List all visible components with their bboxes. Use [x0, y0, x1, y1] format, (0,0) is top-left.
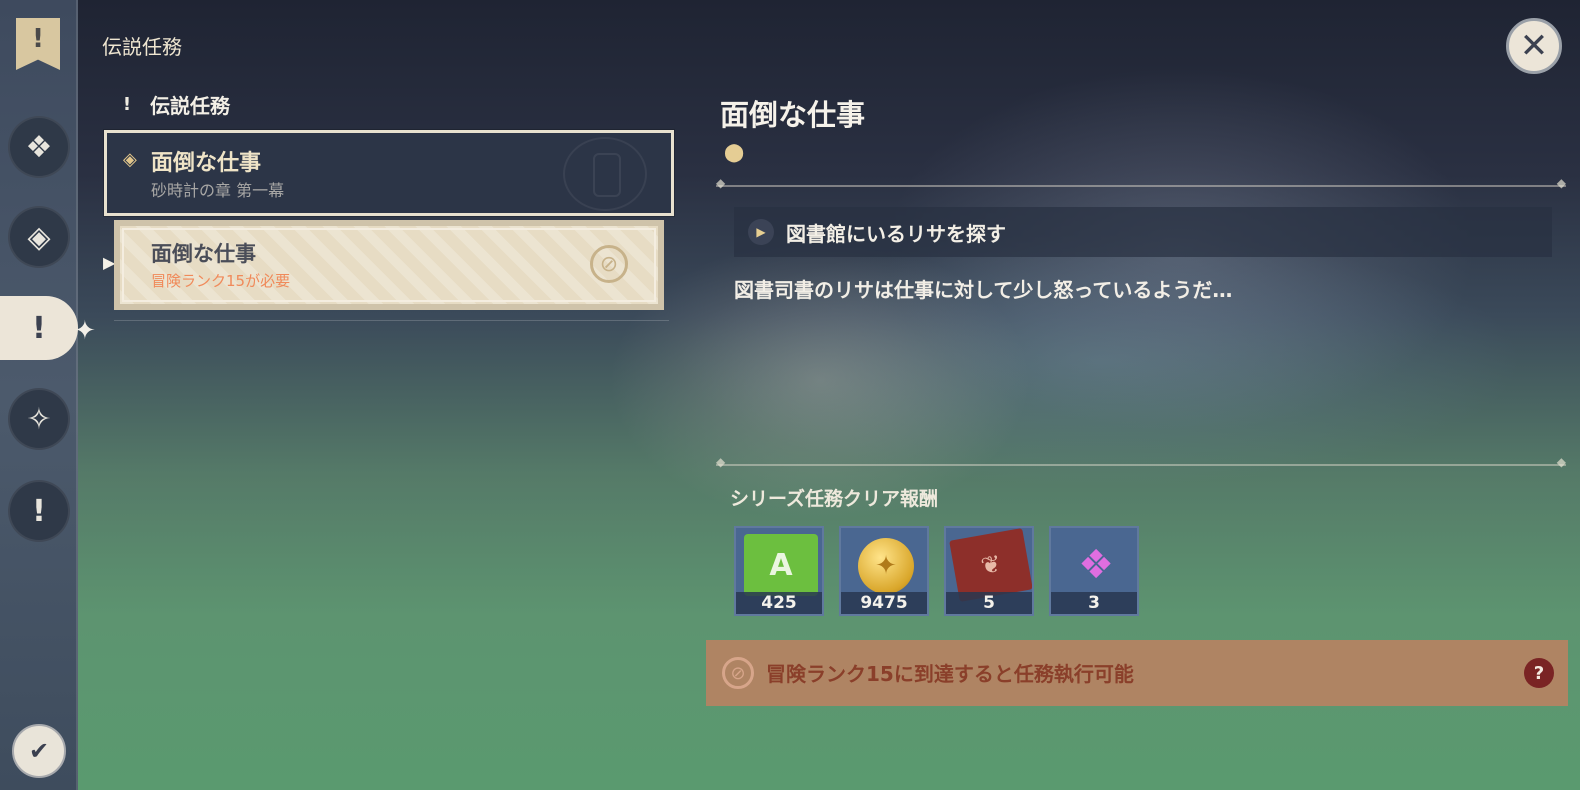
book-icon: ❦	[949, 528, 1032, 602]
quest-banner-icon[interactable]: !	[16, 18, 60, 70]
sidebar: ! ❖ ◈ ! ✧ ! ✔	[0, 0, 78, 790]
ornament-divider	[716, 176, 1566, 190]
crystal-icon: ❖	[1078, 542, 1114, 588]
reward-crystal[interactable]: ❖ 3	[1049, 526, 1139, 616]
quest-item-locked[interactable]: 面倒な仕事 冒険ランク15が必要 ⊘	[114, 220, 664, 310]
nav-item-archon[interactable]: ❖	[8, 116, 70, 178]
quest-subtitle: 砂時計の章 第一幕	[151, 181, 285, 200]
reward-adventure-exp[interactable]: A 425	[734, 526, 824, 616]
ornament-divider	[716, 455, 1566, 469]
question-icon: ?	[1533, 662, 1545, 684]
checklist-icon: ✔	[28, 737, 50, 765]
help-button[interactable]: ?	[1524, 658, 1554, 688]
locked-icon: ⊘	[590, 245, 628, 283]
world-quest-icon: ✧	[26, 401, 52, 437]
play-icon: ▶	[748, 219, 774, 245]
reward-count: 425	[736, 592, 822, 614]
archon-quest-icon: ❖	[25, 129, 53, 165]
detail-title: 面倒な仕事	[720, 98, 866, 132]
warning-text: 冒険ランク15に到達すると任務執行可能	[766, 662, 1134, 686]
rewards-label: シリーズ任務クリア報酬	[730, 488, 939, 510]
hourglass-emblem-icon	[563, 137, 647, 211]
quest-marker-icon: ◈	[123, 149, 137, 170]
legend-quest-icon: !	[32, 310, 46, 346]
selected-star-icon: ✦	[74, 316, 96, 346]
requirement-warning: ⊘ 冒険ランク15に到達すると任務執行可能 ?	[706, 640, 1568, 706]
mora-coin-icon: ✦	[858, 538, 914, 594]
reward-count: 3	[1051, 592, 1137, 614]
exclamation-icon: !	[122, 94, 132, 115]
adventure-exp-icon: A	[744, 534, 818, 596]
commission-quest-icon: !	[32, 493, 46, 529]
category-header: ! 伝説任務	[116, 90, 230, 119]
close-icon: ✕	[1519, 26, 1549, 66]
quest-title: 面倒な仕事	[151, 151, 262, 176]
reward-mora[interactable]: ✦ 9475	[839, 526, 929, 616]
nav-item-story[interactable]: ◈	[8, 206, 70, 268]
page-title: 伝説任務	[102, 35, 182, 59]
prohibited-icon: ⊘	[722, 657, 754, 689]
quest-description: 図書司書のリサは仕事に対して少し怒っているようだ…	[734, 278, 1233, 302]
story-quest-icon: ◈	[27, 219, 51, 255]
reward-count: 9475	[841, 592, 927, 614]
category-label: 伝説任務	[150, 94, 230, 118]
objective-row[interactable]: ▶ 図書館にいるリサを探す	[734, 207, 1552, 257]
nav-item-legend[interactable]: !	[0, 296, 78, 360]
close-button[interactable]: ✕	[1506, 18, 1562, 74]
list-divider	[114, 320, 669, 321]
reward-count: 5	[946, 592, 1032, 614]
quest-title: 面倒な仕事	[151, 242, 256, 266]
quest-checklist-button[interactable]: ✔	[12, 724, 66, 778]
nav-item-world[interactable]: ✧	[8, 388, 70, 450]
nav-item-commission[interactable]: !	[8, 480, 70, 542]
location-pin-icon[interactable]: ⬤	[724, 142, 744, 163]
quest-requirement: 冒険ランク15が必要	[151, 272, 291, 290]
reward-heros-wit[interactable]: ❦ 5	[944, 526, 1034, 616]
objective-text: 図書館にいるリサを探す	[786, 221, 1006, 246]
quest-item-selected[interactable]: ◈ 面倒な仕事 砂時計の章 第一幕	[104, 130, 674, 216]
